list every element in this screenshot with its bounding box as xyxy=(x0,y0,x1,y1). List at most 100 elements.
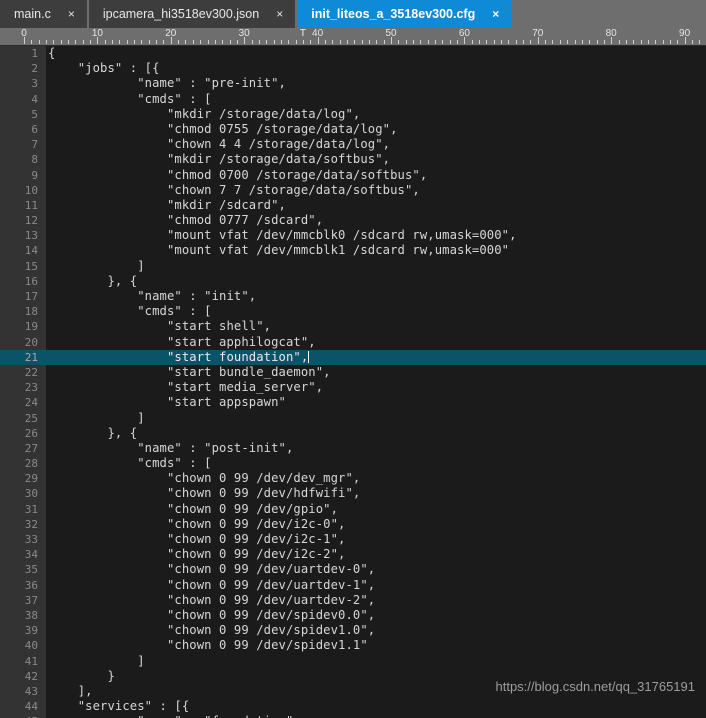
code-line[interactable]: 14 "mount vfat /dev/mmcblk1 /sdcard rw,u… xyxy=(0,243,706,258)
code-line[interactable]: 10 "chown 7 7 /storage/data/softbus", xyxy=(0,183,706,198)
ruler-tick xyxy=(618,40,620,44)
code-line[interactable]: 25 ] xyxy=(0,411,706,426)
ruler-tick xyxy=(589,40,591,44)
line-number: 11 xyxy=(24,198,38,212)
code-line[interactable]: 12 "chmod 0777 /sdcard", xyxy=(0,213,706,228)
ruler-tick xyxy=(236,40,238,44)
code-line[interactable]: 31 "chown 0 99 /dev/gpio", xyxy=(0,502,706,517)
code-line[interactable]: 44 "services" : [{ xyxy=(0,699,706,714)
code-line[interactable]: 28 "cmds" : [ xyxy=(0,456,706,471)
code-line[interactable]: 29 "chown 0 99 /dev/dev_mgr", xyxy=(0,471,706,486)
code-line-text: "name" : "foundation", xyxy=(48,714,301,718)
code-line-text: "start shell", xyxy=(48,319,272,334)
ruler-tick xyxy=(493,40,495,44)
ruler-tick xyxy=(24,37,25,44)
code-line-text: "mkdir /storage/data/log", xyxy=(48,106,361,121)
code-line-text: "chown 0 99 /dev/i2c-2", xyxy=(48,547,346,562)
code-line[interactable]: 24 "start appspawn" xyxy=(0,395,706,410)
ruler-tick xyxy=(405,40,407,44)
code-line[interactable]: 27 "name" : "post-init", xyxy=(0,441,706,456)
code-line-text: "chown 0 99 /dev/dev_mgr", xyxy=(48,471,361,486)
line-number: 31 xyxy=(24,502,38,516)
line-number: 3 xyxy=(31,77,38,91)
ruler-tick xyxy=(523,40,525,44)
ruler-tick xyxy=(479,40,481,44)
ruler-tick xyxy=(662,40,664,44)
ruler-tick xyxy=(691,40,693,44)
line-number: 41 xyxy=(24,654,38,668)
code-line[interactable]: 33 "chown 0 99 /dev/i2c-1", xyxy=(0,532,706,547)
line-number: 32 xyxy=(24,517,38,531)
code-line[interactable]: 8 "mkdir /storage/data/softbus", xyxy=(0,152,706,167)
code-line[interactable]: 38 "chown 0 99 /dev/spidev0.0", xyxy=(0,608,706,623)
code-line[interactable]: 32 "chown 0 99 /dev/i2c-0", xyxy=(0,517,706,532)
code-line-text: "start apphilogcat", xyxy=(48,334,316,349)
ruler-tick xyxy=(68,40,70,44)
ruler-tick xyxy=(603,40,605,44)
code-line[interactable]: 40 "chown 0 99 /dev/spidev1.1" xyxy=(0,638,706,653)
ruler-tick xyxy=(280,40,282,44)
code-line[interactable]: 37 "chown 0 99 /dev/uartdev-2", xyxy=(0,593,706,608)
code-line[interactable]: 6 "chmod 0755 /storage/data/log", xyxy=(0,122,706,137)
code-line[interactable]: 36 "chown 0 99 /dev/uartdev-1", xyxy=(0,578,706,593)
editor-tab-0[interactable]: main.c × xyxy=(0,0,89,28)
code-line[interactable]: 13 "mount vfat /dev/mmcblk0 /sdcard rw,u… xyxy=(0,228,706,243)
code-line[interactable]: 7 "chown 4 4 /storage/data/log", xyxy=(0,137,706,152)
close-icon[interactable]: × xyxy=(65,6,78,22)
code-line[interactable]: 41 ] xyxy=(0,654,706,669)
code-line[interactable]: 35 "chown 0 99 /dev/uartdev-0", xyxy=(0,562,706,577)
code-line[interactable]: 26 }, { xyxy=(0,426,706,441)
code-line-active[interactable]: 21 "start foundation", xyxy=(0,349,706,365)
line-number: 5 xyxy=(31,107,38,121)
ruler-tick xyxy=(391,37,392,44)
editor-tab-1[interactable]: ipcamera_hi3518ev300.json × xyxy=(88,0,298,28)
code-line[interactable]: 15 ] xyxy=(0,259,706,274)
close-icon[interactable]: × xyxy=(273,6,286,22)
ruler-tick xyxy=(295,40,297,44)
ruler-tick xyxy=(156,40,158,44)
code-line[interactable]: 18 "cmds" : [ xyxy=(0,304,706,319)
code-line-text: "chown 0 99 /dev/uartdev-0", xyxy=(48,562,376,577)
close-icon[interactable]: × xyxy=(489,6,502,22)
code-line[interactable]: 39 "chown 0 99 /dev/spidev1.0", xyxy=(0,623,706,638)
code-line[interactable]: 9 "chmod 0700 /storage/data/softbus", xyxy=(0,168,706,183)
ruler-tick xyxy=(669,40,671,44)
line-number: 2 xyxy=(31,62,38,76)
line-number: 24 xyxy=(24,396,38,410)
ruler-tick xyxy=(368,40,370,44)
ruler-tick xyxy=(163,40,165,44)
code-line[interactable]: 20 "start apphilogcat", xyxy=(0,335,706,350)
code-line[interactable]: 5 "mkdir /storage/data/log", xyxy=(0,107,706,122)
code-line[interactable]: 2 "jobs" : [{ xyxy=(0,61,706,76)
code-line[interactable]: 11 "mkdir /sdcard", xyxy=(0,198,706,213)
code-line[interactable]: 17 "name" : "init", xyxy=(0,289,706,304)
ruler-tick xyxy=(545,40,547,44)
ruler-tick xyxy=(559,40,561,44)
code-line-text: }, { xyxy=(48,273,138,288)
code-line[interactable]: 19 "start shell", xyxy=(0,319,706,334)
line-number: 22 xyxy=(24,365,38,379)
code-line[interactable]: 3 "name" : "pre-init", xyxy=(0,76,706,91)
ruler-tick xyxy=(420,40,422,44)
code-line[interactable]: 16 }, { xyxy=(0,274,706,289)
line-number: 40 xyxy=(24,639,38,653)
ruler-tick xyxy=(677,40,679,44)
line-number: 45 xyxy=(0,714,38,718)
code-line[interactable]: 45 "name" : "foundation", xyxy=(0,714,706,718)
code-line[interactable]: 4 "cmds" : [ xyxy=(0,92,706,107)
code-line[interactable]: 30 "chown 0 99 /dev/hdfwifi", xyxy=(0,486,706,501)
line-number: 4 xyxy=(31,92,38,106)
code-line[interactable]: 23 "start media_server", xyxy=(0,380,706,395)
line-number: 38 xyxy=(24,608,38,622)
code-line[interactable]: 22 "start bundle_daemon", xyxy=(0,365,706,380)
tab-stop-marker[interactable]: T xyxy=(300,28,306,39)
code-line-text: "chown 7 7 /storage/data/softbus", xyxy=(48,182,420,197)
code-lines-container[interactable]: 1{2 "jobs" : [{3 "name" : "pre-init", 4 "… xyxy=(0,46,706,718)
editor-tab-2[interactable]: init_liteos_a_3518ev300.cfg × xyxy=(297,0,512,28)
code-editor[interactable]: 1{2 "jobs" : [{3 "name" : "pre-init", 4 "… xyxy=(0,46,706,718)
code-line-text: } xyxy=(48,668,115,683)
ruler-tick xyxy=(244,37,246,44)
code-line[interactable]: 1{ xyxy=(0,46,706,61)
ruler-tick xyxy=(413,40,415,44)
code-line[interactable]: 34 "chown 0 99 /dev/i2c-2", xyxy=(0,547,706,562)
